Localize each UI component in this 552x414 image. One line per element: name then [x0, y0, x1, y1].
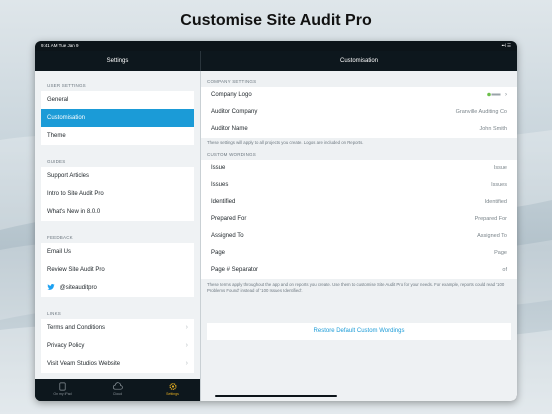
sidebar-item-label: Email Us [47, 249, 72, 255]
sidebar-item-label: What's New in 8.0.0 [47, 209, 101, 215]
sidebar-item-label: Review Site Audit Pro [47, 267, 105, 273]
section-header-guides: GUIDES [47, 159, 66, 164]
settings-sidebar: USER SETTINGS General Customisation Them… [35, 71, 200, 379]
sidebar-item-twitter[interactable]: @siteauditpro [41, 279, 194, 297]
tab-label: On my iPad [53, 392, 72, 396]
wording-field[interactable]: Prepared For [475, 211, 507, 228]
wording-field[interactable]: Page [494, 245, 507, 262]
row-label: Page # Separator [211, 267, 259, 273]
auditor-company-row[interactable]: Auditor Company Granville Auditing Co [201, 104, 517, 121]
tab-label: Settings [166, 392, 179, 396]
sidebar-item-label: Visit Veam Studios Website [47, 361, 121, 367]
ipad-icon [59, 382, 66, 391]
sidebar-item-whats-new[interactable]: What's New in 8.0.0 [41, 203, 194, 221]
navigation-bar: Settings Customisation [35, 51, 517, 71]
sidebar-item-label: General [47, 97, 69, 103]
tab-settings[interactable]: Settings [145, 381, 200, 399]
wording-field[interactable]: Issues [491, 177, 507, 194]
company-logo-row[interactable]: Company Logo › [201, 87, 517, 104]
sidebar-item-support-articles[interactable]: Support Articles [41, 167, 194, 185]
company-settings-note: These settings will apply to all project… [207, 140, 364, 145]
sidebar-item-label: Intro to Site Audit Pro [47, 191, 104, 197]
gear-icon [168, 382, 177, 391]
wording-row-prepared-for[interactable]: Prepared For Prepared For [201, 211, 517, 228]
sidebar-item-label: Theme [47, 133, 66, 139]
section-header-links: LINKS [47, 311, 62, 316]
wording-row-page[interactable]: Page Page [201, 245, 517, 262]
sidebar-item-website[interactable]: Visit Veam Studios Website › [41, 355, 194, 373]
sidebar-item-review[interactable]: Review Site Audit Pro [41, 261, 194, 279]
wording-field[interactable]: Assigned To [477, 228, 507, 245]
chevron-right-icon: › [505, 92, 507, 98]
auditor-company-field[interactable]: Granville Auditing Co [456, 104, 507, 121]
wording-field[interactable]: Identified [485, 194, 507, 211]
sidebar-item-intro[interactable]: Intro to Site Audit Pro [41, 185, 194, 203]
row-label: Page [211, 250, 226, 256]
row-label: Prepared For [211, 216, 247, 222]
custom-wordings-note: These terms apply throughout the app and… [207, 282, 505, 293]
sidebar-item-customisation[interactable]: Customisation [41, 109, 194, 127]
row-label: Auditor Company [211, 109, 258, 115]
sidebar-item-label: @siteauditpro [59, 285, 97, 291]
row-label: Issues [211, 182, 229, 188]
cloud-icon [112, 382, 123, 390]
ipad-frame: 9:41 AM Tue Jan 9 ••l ☰ Settings Customi… [35, 41, 517, 401]
home-indicator [215, 395, 337, 397]
sidebar-nav-title: Settings [106, 58, 129, 64]
chevron-right-icon: › [185, 342, 188, 349]
sidebar-item-label: Support Articles [47, 173, 90, 179]
section-header-company-settings: COMPANY SETTINGS [207, 79, 257, 84]
wording-field[interactable]: of [502, 262, 507, 279]
page-headline: Customise Site Audit Pro [180, 12, 372, 29]
chevron-right-icon: › [185, 360, 188, 367]
chevron-right-icon: › [185, 324, 188, 331]
sidebar-item-general[interactable]: General [41, 91, 194, 109]
auditor-name-row[interactable]: Auditor Name John Smith [201, 121, 517, 138]
company-logo-preview: › [487, 87, 507, 104]
restore-defaults-button[interactable]: Restore Default Custom Wordings [207, 323, 511, 340]
logo-thumbnail-icon [487, 92, 501, 97]
status-bar: 9:41 AM Tue Jan 9 ••l ☰ [35, 41, 517, 51]
tab-cloud[interactable]: Cloud [90, 381, 145, 399]
sidebar-item-label: Terms and Conditions [47, 325, 106, 331]
row-label: Auditor Name [211, 126, 248, 132]
wording-row-assigned-to[interactable]: Assigned To Assigned To [201, 228, 517, 245]
customisation-panel: COMPANY SETTINGS Company Logo › Auditor … [201, 71, 517, 401]
sidebar-item-label: Customisation [47, 115, 86, 121]
section-header-custom-wordings: CUSTOM WORDINGS [207, 152, 256, 157]
section-header-user-settings: USER SETTINGS [47, 83, 86, 88]
sidebar-item-terms[interactable]: Terms and Conditions › [41, 319, 194, 337]
status-indicators: ••l ☰ [501, 43, 511, 48]
twitter-icon [47, 284, 55, 291]
row-label: Assigned To [211, 233, 244, 239]
auditor-name-field[interactable]: John Smith [479, 121, 507, 138]
section-header-feedback: FEEDBACK [47, 235, 73, 240]
wording-row-issue[interactable]: Issue Issue [201, 160, 517, 177]
sidebar-item-email-us[interactable]: Email Us [41, 243, 194, 261]
wording-row-issues[interactable]: Issues Issues [201, 177, 517, 194]
wording-row-identified[interactable]: Identified Identified [201, 194, 517, 211]
wording-field[interactable]: Issue [494, 160, 507, 177]
sidebar-item-label: Privacy Policy [47, 343, 85, 349]
row-label: Company Logo [211, 92, 252, 98]
wording-row-page-separator[interactable]: Page # Separator of [201, 262, 517, 279]
row-label: Issue [211, 165, 226, 171]
tab-on-my-ipad[interactable]: On my iPad [35, 381, 90, 399]
tab-label: Cloud [112, 392, 123, 396]
tab-bar: On my iPad Cloud Settings [35, 379, 200, 401]
sidebar-item-theme[interactable]: Theme [41, 127, 194, 145]
status-time: 9:41 AM Tue Jan 9 [41, 43, 79, 48]
main-nav-title: Customisation [339, 58, 378, 64]
sidebar-item-privacy[interactable]: Privacy Policy › [41, 337, 194, 355]
row-label: Identified [211, 199, 236, 205]
